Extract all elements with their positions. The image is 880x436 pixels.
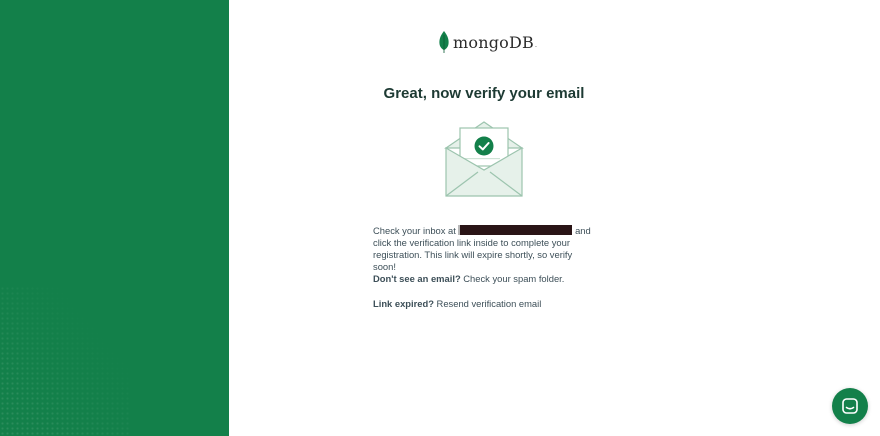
dot-pattern-decoration (0, 286, 130, 436)
chat-button[interactable] (832, 388, 868, 424)
resend-verification-link[interactable]: Resend verification email (434, 298, 542, 309)
redacted-email (458, 225, 573, 235)
chat-icon (842, 398, 858, 414)
verify-email-page: mongoDB . Great, now verify your email C… (0, 0, 880, 436)
mongodb-logo: mongoDB . (438, 30, 537, 54)
resend-hint: Link expired? Resend verification email (373, 298, 541, 309)
instructions-part1: Check your inbox at (373, 225, 459, 236)
envelope-with-check-icon (444, 121, 524, 197)
logo-trademark: . (534, 42, 537, 49)
instructions-text: Check your inbox at and click the verifi… (373, 225, 595, 273)
resend-label: Link expired? (373, 298, 434, 309)
spam-hint-text: Check your spam folder. (460, 273, 565, 284)
logo-text: mongoDB (453, 32, 534, 52)
leaf-icon (439, 31, 449, 53)
green-side-panel (0, 0, 229, 436)
main-content (229, 0, 880, 436)
spam-hint-label: Don't see an email? (373, 273, 461, 284)
page-title: Great, now verify your email (383, 85, 585, 102)
spam-hint: Don't see an email? Check your spam fold… (373, 273, 564, 284)
